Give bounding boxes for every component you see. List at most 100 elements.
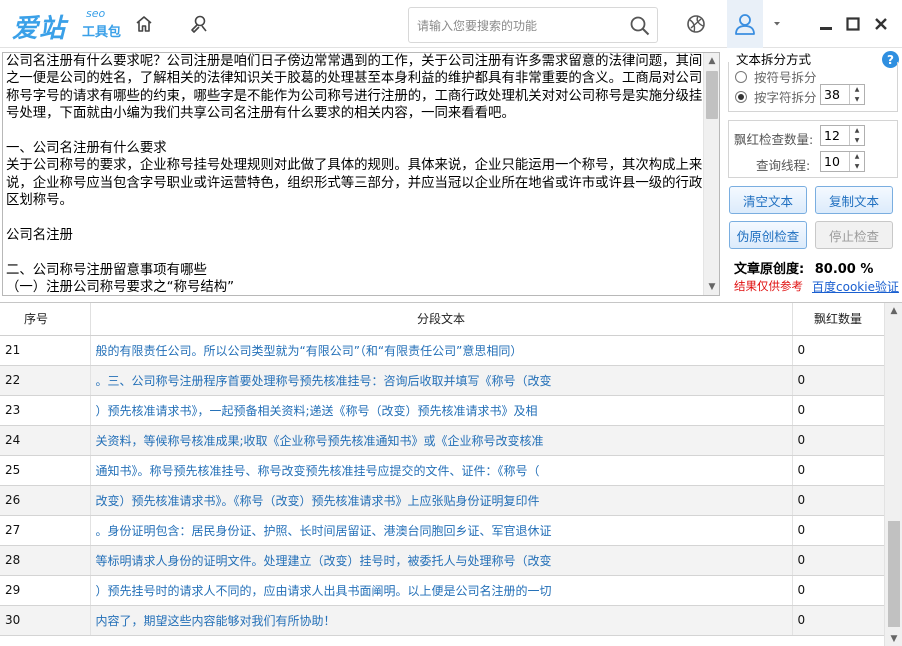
cell-text: 。身份证明包含：居民身份证、护照、长时间居留证、港澳台同胞回乡证、军官退休证 [90, 515, 793, 546]
cell-count: 0 [792, 515, 885, 546]
stepper-down-icon[interactable]: ▼ [850, 95, 864, 105]
column-header-no[interactable]: 序号 [0, 303, 91, 336]
radio-circle[interactable] [735, 70, 747, 83]
table-row[interactable]: 28 等标明请求人身份的证明文件。处理建立（改变）挂号时，被委托人与处理称号（改… [0, 545, 885, 576]
cell-count: 0 [792, 605, 885, 636]
search-input[interactable] [417, 16, 627, 36]
cell-count: 0 [792, 395, 885, 426]
table-row[interactable]: 29 ）预先挂号时的请求人不同的，应由请求人出具书面阐明。以上便是公司名注册的一… [0, 575, 885, 606]
column-header-text[interactable]: 分段文本 [90, 303, 793, 336]
cell-count: 0 [792, 365, 885, 396]
scroll-down-icon[interactable]: ▼ [885, 631, 902, 646]
cell-count: 0 [792, 335, 885, 366]
table-row[interactable]: 24 关资料，等候称号核准成果;收取《企业称号预先核准通知书》或《企业称号改变核… [0, 425, 885, 456]
cell-no: 23 [0, 395, 91, 426]
table-scrollbar[interactable]: ▲ ▼ [884, 303, 902, 646]
table-row[interactable]: 26 改变）预先核准请求书》。《称号（改变）预先核准请求书》上应张贴身份证明复印… [0, 485, 885, 516]
table-row[interactable]: 21 般的有限责任公司。所以公司类型就为“有限公司”（和“有限责任公司”意思相同… [0, 335, 885, 366]
cell-no: 22 [0, 365, 91, 396]
cell-count: 0 [792, 455, 885, 486]
cell-no: 21 [0, 335, 91, 366]
red-count-label: 飘红检查数量: [734, 132, 814, 147]
tools-icon[interactable] [185, 10, 213, 38]
column-header-count[interactable]: 飘红数量 [792, 303, 885, 336]
clear-text-button[interactable]: 清空文本 [729, 186, 807, 214]
stepper-down-icon[interactable]: ▼ [850, 162, 864, 172]
cell-text: 关资料，等候称号核准成果;收取《企业称号预先核准通知书》或《企业称号改变核准 [90, 425, 793, 456]
radio-circle-selected[interactable] [735, 90, 747, 103]
article-text-editor[interactable]: 公司名注册有什么要求呢？公司注册是咱们日子傍边常常遇到的工作，关于公司注册有许多… [2, 52, 720, 296]
editor-scrollbar[interactable]: ▲ ▼ [703, 53, 719, 295]
stepper-up-icon[interactable]: ▲ [850, 85, 864, 95]
cell-text: 内容了，期望这些内容能够对我们有所协助！ [90, 605, 793, 636]
cell-count: 0 [792, 425, 885, 456]
search-box [408, 7, 658, 43]
settings-panel: 文本拆分方式 ? 按符号拆分 按字符拆分 ▲ ▼ 飘红检查数量: ▲ ▼ 查询线… [726, 48, 902, 298]
originality-value: 80.00 % [814, 262, 874, 277]
results-table: 序号 分段文本 飘红数量 21 般的有限责任公司。所以公司类型就为“有限公司”（… [0, 302, 902, 646]
cell-no: 24 [0, 425, 91, 456]
cell-text: ）预先挂号时的请求人不同的，应由请求人出具书面阐明。以上便是公司名注册的一切 [90, 575, 793, 606]
minimize-icon[interactable] [815, 12, 837, 36]
threads-input[interactable] [824, 154, 848, 169]
threads-stepper[interactable]: ▲ ▼ [820, 151, 865, 172]
cell-no: 26 [0, 485, 91, 516]
cell-text: ）预先核准请求书》，一起预备相关资料;递送《称号（改变）预先核准请求书》及相 [90, 395, 793, 426]
logo-seo-text: seo [86, 7, 106, 20]
cell-text: 通知书》。称号预先核准挂号、称号改变预先核准挂号应提交的文件、证件：《称号（ [90, 455, 793, 486]
article-text[interactable]: 公司名注册有什么要求呢？公司注册是咱们日子傍边常常遇到的工作，关于公司注册有许多… [6, 53, 704, 295]
table-row[interactable]: 23 ）预先核准请求书》，一起预备相关资料;递送《称号（改变）预先核准请求书》及… [0, 395, 885, 426]
baidu-cookie-link[interactable]: 百度cookie验证 [812, 278, 899, 295]
cell-no: 29 [0, 575, 91, 606]
red-count-input[interactable] [824, 128, 848, 143]
originality-score: 文章原创度: 80.00 % [734, 258, 873, 277]
result-warning: 结果仅供参考 [734, 279, 803, 293]
cell-no: 27 [0, 515, 91, 546]
chars-input[interactable] [824, 87, 848, 102]
globe-icon[interactable] [682, 10, 710, 38]
maximize-icon[interactable] [842, 12, 864, 36]
cell-no: 28 [0, 545, 91, 576]
title-bar: 爱站 seo 工具包 [0, 0, 902, 48]
scroll-up-icon[interactable]: ▲ [885, 303, 902, 319]
table-scroll-thumb[interactable] [888, 521, 900, 627]
threads-label: 查询线程: [756, 158, 811, 173]
chars-stepper[interactable]: ▲ ▼ [820, 84, 865, 105]
editor-scroll-thumb[interactable] [706, 71, 718, 119]
cell-text: 改变）预先核准请求书》。《称号（改变）预先核准请求书》上应张贴身份证明复印件 [90, 485, 793, 516]
radio-label: 按符号拆分 [754, 70, 817, 85]
radio-split-by-chars[interactable]: 按字符拆分 [735, 87, 817, 106]
red-count-stepper[interactable]: ▲ ▼ [820, 125, 865, 146]
cell-count: 0 [792, 545, 885, 576]
stop-check-button[interactable]: 停止检查 [815, 221, 893, 249]
table-header-row: 序号 分段文本 飘红数量 [0, 303, 885, 336]
cell-text: 等标明请求人身份的证明文件。处理建立（改变）挂号时，被委托人与处理称号（改变 [90, 545, 793, 576]
cell-text: 。三、公司称号注册程序首要处理称号预先核准挂号：咨询后收取并填写《称号（改变 [90, 365, 793, 396]
table-row[interactable]: 25 通知书》。称号预先核准挂号、称号改变预先核准挂号应提交的文件、证件：《称号… [0, 455, 885, 486]
cell-count: 0 [792, 575, 885, 606]
pseudo-original-check-button[interactable]: 伪原创检查 [729, 221, 807, 249]
stepper-up-icon[interactable]: ▲ [850, 126, 864, 136]
close-icon[interactable] [870, 12, 892, 36]
radio-split-by-symbol[interactable]: 按符号拆分 [735, 67, 817, 86]
logo-sub-text: 工具包 [82, 25, 122, 40]
scroll-down-icon[interactable]: ▼ [704, 279, 719, 295]
chevron-down-icon[interactable] [766, 12, 788, 36]
cell-count: 0 [792, 485, 885, 516]
table-row[interactable]: 30 内容了，期望这些内容能够对我们有所协助！ 0 [0, 605, 885, 636]
cell-no: 25 [0, 455, 91, 486]
home-icon[interactable] [130, 10, 158, 38]
logo-main-text: 爱站 [12, 14, 67, 44]
table-row[interactable]: 22 。三、公司称号注册程序首要处理称号预先核准挂号：咨询后收取并填写《称号（改… [0, 365, 885, 396]
scroll-up-icon[interactable]: ▲ [704, 53, 719, 69]
cell-no: 30 [0, 605, 91, 636]
stepper-up-icon[interactable]: ▲ [850, 152, 864, 162]
cell-text: 般的有限责任公司。所以公司类型就为“有限公司”（和“有限责任公司”意思相同） [90, 335, 793, 366]
user-icon[interactable] [727, 0, 763, 48]
search-icon[interactable] [627, 13, 653, 39]
stepper-down-icon[interactable]: ▼ [850, 136, 864, 146]
copy-text-button[interactable]: 复制文本 [815, 186, 893, 214]
originality-label: 文章原创度: [734, 262, 805, 277]
radio-label: 按字符拆分 [754, 90, 817, 105]
table-row[interactable]: 27 。身份证明包含：居民身份证、护照、长时间居留证、港澳台同胞回乡证、军官退休… [0, 515, 885, 546]
